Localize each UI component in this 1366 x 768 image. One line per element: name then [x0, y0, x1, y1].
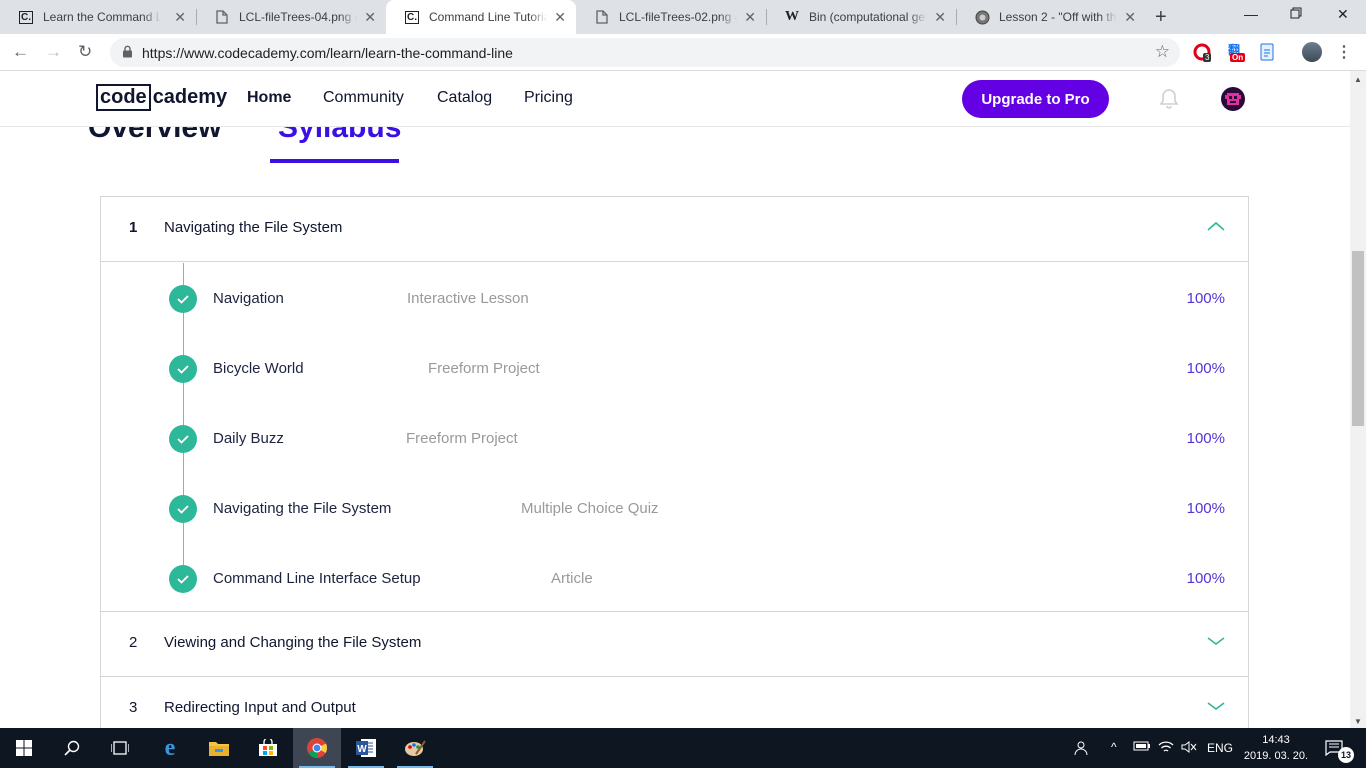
lesson-row[interactable]: Command Line Interface Setup Article 100… — [101, 558, 1248, 598]
syllabus-panel: 1 Navigating the File System Navigation … — [100, 196, 1249, 728]
task-view-icon[interactable] — [96, 728, 144, 768]
opera-extension-icon[interactable]: 3 — [1193, 43, 1212, 62]
close-tab-icon[interactable]: ✕ — [934, 10, 946, 24]
browser-tab-active[interactable]: C. Command Line Tutorial ✕ — [386, 0, 576, 34]
edge-browser-icon[interactable]: e — [146, 728, 194, 768]
lesson-row[interactable]: Navigation Interactive Lesson 100% — [101, 278, 1248, 318]
new-tab-plus-icon[interactable]: + — [1155, 6, 1167, 29]
close-tab-icon[interactable]: ✕ — [1124, 10, 1136, 24]
nav-home[interactable]: Home — [247, 89, 291, 107]
battery-icon[interactable] — [1133, 740, 1151, 755]
globe-icon — [974, 9, 990, 25]
close-tab-icon[interactable]: ✕ — [554, 10, 566, 24]
volume-muted-icon[interactable] — [1181, 740, 1197, 757]
search-icon[interactable] — [48, 728, 96, 768]
close-tab-icon[interactable]: ✕ — [174, 10, 186, 24]
browser-tab[interactable]: LCL-fileTrees-02.png (1366 ✕ — [576, 0, 766, 34]
bell-icon[interactable] — [1159, 88, 1179, 110]
browser-tab[interactable]: C. Learn the Command Line ✕ — [0, 0, 196, 34]
tab-underline — [270, 159, 399, 163]
lock-icon — [123, 45, 132, 58]
page-viewport: Overview Syllabus code cademy Home Commun… — [0, 71, 1350, 728]
chevron-down-icon[interactable] — [1207, 701, 1225, 711]
system-clock[interactable]: 14:43 2019. 03. 20. — [1243, 732, 1309, 764]
chrome-icon[interactable] — [293, 728, 341, 768]
syllabus-section-2[interactable]: 2 Viewing and Changing the File System — [101, 612, 1248, 677]
scroll-down-arrow-icon[interactable]: ▼ — [1354, 717, 1362, 726]
reload-icon[interactable]: ↻ — [78, 42, 92, 62]
section-title: Redirecting Input and Output — [164, 699, 356, 716]
close-tab-icon[interactable]: ✕ — [744, 10, 756, 24]
site-header: code cademy Home Community Catalog Pricin… — [0, 71, 1350, 127]
lesson-list: Navigation Interactive Lesson 100% Bicyc… — [101, 263, 1248, 612]
forward-arrow-icon[interactable]: → — [45, 42, 62, 62]
upgrade-to-pro-button[interactable]: Upgrade to Pro — [962, 80, 1109, 118]
check-circle-icon — [169, 285, 197, 313]
bookmark-star-icon[interactable]: ☆ — [1155, 42, 1170, 62]
syllabus-section-3[interactable]: 3 Redirecting Input and Output — [101, 677, 1248, 728]
user-avatar[interactable] — [1221, 87, 1245, 111]
docs-extension-icon[interactable] — [1260, 43, 1278, 61]
browser-tab-strip: C. Learn the Command Line ✕ LCL-fileTree… — [0, 0, 1366, 34]
codecademy-logo[interactable]: code cademy — [96, 84, 227, 111]
people-icon[interactable] — [1074, 740, 1090, 759]
windows-taskbar: e W ^ ENG 14:43 2019. 03. 20. 13 — [0, 728, 1366, 768]
translate-extension-icon[interactable]: 翻 On — [1228, 43, 1246, 62]
window-close-icon[interactable]: ✕ — [1337, 6, 1349, 23]
check-circle-icon — [169, 495, 197, 523]
wikipedia-icon: W — [785, 9, 799, 24]
document-icon — [594, 9, 610, 25]
lesson-row[interactable]: Navigating the File System Multiple Choi… — [101, 488, 1248, 528]
action-center-icon[interactable]: 13 — [1318, 728, 1366, 768]
check-circle-icon — [169, 565, 197, 593]
close-tab-icon[interactable]: ✕ — [364, 10, 376, 24]
svg-text:W: W — [357, 744, 367, 755]
chevron-down-icon[interactable] — [1207, 636, 1225, 646]
wifi-icon[interactable] — [1158, 740, 1174, 757]
nav-catalog[interactable]: Catalog — [437, 89, 492, 107]
nav-community[interactable]: Community — [323, 89, 404, 107]
codecademy-icon: C. — [19, 10, 33, 24]
profile-avatar[interactable] — [1302, 42, 1322, 62]
syllabus-section-1[interactable]: 1 Navigating the File System — [101, 197, 1248, 262]
browser-menu-icon[interactable]: ⋮ — [1336, 42, 1352, 62]
scrollbar-thumb[interactable] — [1352, 251, 1364, 426]
browser-tab[interactable]: W Bin (computational geometry ✕ — [766, 0, 956, 34]
store-icon[interactable] — [244, 728, 292, 768]
language-indicator[interactable]: ENG — [1207, 741, 1233, 755]
page-scrollbar[interactable]: ▲ ▼ — [1350, 71, 1366, 728]
notification-badge: 13 — [1338, 747, 1354, 763]
paint-icon[interactable] — [391, 728, 439, 768]
codecademy-icon: C. — [405, 10, 419, 24]
back-arrow-icon[interactable]: ← — [12, 42, 29, 62]
browser-tab[interactable]: LCL-fileTrees-04.png (1366 ✕ — [196, 0, 386, 34]
windows-start-icon[interactable] — [0, 728, 48, 768]
minimize-icon[interactable]: — — [1244, 6, 1258, 22]
check-circle-icon — [169, 355, 197, 383]
word-icon[interactable]: W — [342, 728, 390, 768]
section-title: Viewing and Changing the File System — [164, 634, 422, 651]
address-bar[interactable]: https://www.codecademy.com/learn/learn-t… — [110, 38, 1180, 67]
scroll-up-arrow-icon[interactable]: ▲ — [1354, 75, 1362, 84]
check-circle-icon — [169, 425, 197, 453]
restore-icon[interactable] — [1290, 6, 1302, 22]
section-title: Navigating the File System — [164, 219, 343, 236]
document-icon — [214, 9, 230, 25]
url-text: https://www.codecademy.com/learn/learn-t… — [142, 45, 513, 61]
chevron-up-icon[interactable] — [1207, 221, 1225, 231]
tray-chevron-up-icon[interactable]: ^ — [1111, 740, 1117, 754]
browser-tab[interactable]: Lesson 2 - "Off with the ✕ — [956, 0, 1146, 34]
lesson-row[interactable]: Bicycle World Freeform Project 100% — [101, 348, 1248, 388]
nav-pricing[interactable]: Pricing — [524, 89, 573, 107]
browser-toolbar: ← → ↻ https://www.codecademy.com/learn/l… — [0, 34, 1366, 71]
lesson-row[interactable]: Daily Buzz Freeform Project 100% — [101, 418, 1248, 458]
file-explorer-icon[interactable] — [195, 728, 243, 768]
